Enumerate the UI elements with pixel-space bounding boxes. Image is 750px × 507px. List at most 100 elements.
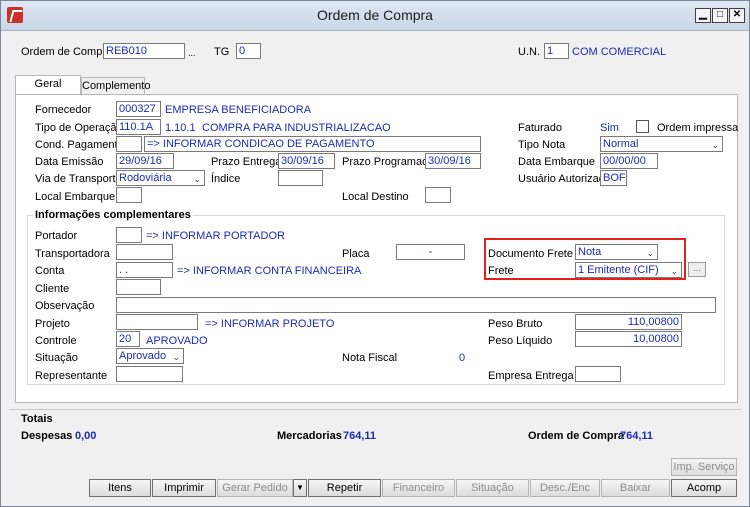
empresa-entrega-input[interactable] — [575, 366, 621, 382]
transportadora-input[interactable] — [116, 244, 173, 260]
repetir-button[interactable]: Repetir — [308, 479, 381, 497]
tg-input[interactable]: 0 — [236, 43, 261, 59]
frete-value: 1 Emitente (CIF) — [578, 264, 659, 276]
projeto-input[interactable] — [116, 314, 198, 330]
fornecedor-code-input[interactable]: 000327 — [116, 101, 161, 117]
peso-bruto-input[interactable]: 110,00800 — [575, 314, 682, 330]
portador-label: Portador — [35, 230, 78, 242]
caret-down-icon: ▼ — [296, 483, 304, 492]
tg-label: TG — [214, 46, 230, 58]
controle-status: APROVADO — [146, 335, 208, 347]
tab-complemento[interactable]: Complemento — [81, 77, 150, 95]
tab-geral[interactable]: Geral — [15, 75, 81, 95]
chevron-down-icon: ⌄ — [172, 352, 180, 362]
despesas-value: 0,00 — [75, 430, 97, 442]
ordem-lookup-button[interactable]: ... — [188, 48, 196, 58]
situacao-label: Situação — [35, 352, 78, 364]
usuario-autorizado-input[interactable]: BOF — [600, 170, 627, 186]
tipo-nota-value: Normal — [603, 138, 639, 150]
faturado-value: Sim — [600, 122, 619, 134]
ordem-total-label: Ordem de Compra — [528, 430, 624, 442]
totais-title: Totais — [21, 413, 53, 425]
controle-label: Controle — [35, 335, 77, 347]
via-transporte-label: Via de Transporte — [35, 173, 122, 185]
nota-fiscal-value: 0 — [459, 352, 466, 364]
data-embarque-input[interactable]: 00/00/00 — [600, 153, 658, 169]
un-label: U.N. — [518, 46, 540, 58]
projeto-label: Projeto — [35, 318, 70, 330]
un-input[interactable]: 1 — [544, 43, 569, 59]
chevron-down-icon: ⌄ — [670, 266, 678, 276]
chevron-down-icon: ⌄ — [646, 248, 654, 258]
projeto-desc: => INFORMAR PROJETO — [205, 318, 335, 330]
indice-input[interactable] — [278, 170, 323, 186]
via-transporte-select[interactable]: Rodoviária ⌄ — [116, 170, 205, 186]
ordem-input[interactable]: REB010 — [103, 43, 185, 59]
imprimir-button[interactable]: Imprimir — [152, 479, 216, 497]
chevron-down-icon: ⌄ — [193, 174, 201, 184]
financeiro-button[interactable]: Financeiro — [382, 479, 455, 497]
local-embarque-label: Local Embarque — [35, 191, 116, 203]
situacao-select[interactable]: Aprovado ⌄ — [116, 348, 184, 364]
situacao-button[interactable]: Situação — [456, 479, 529, 497]
representante-input[interactable] — [116, 366, 183, 382]
prazo-programado-input[interactable]: 30/09/16 — [425, 153, 481, 169]
ordem-impressa-label: Ordem impressa — [657, 122, 739, 134]
tipo-nota-label: Tipo Nota — [518, 139, 566, 151]
itens-button[interactable]: Itens — [89, 479, 151, 497]
documento-frete-value: Nota — [578, 246, 602, 258]
data-emissao-input[interactable]: 29/09/16 — [116, 153, 174, 169]
cond-pagamento-input[interactable] — [116, 136, 142, 152]
fornecedor-name: EMPRESA BENEFICIADORA — [165, 104, 312, 116]
documento-frete-select[interactable]: Nota ⌄ — [575, 244, 658, 260]
cliente-input[interactable] — [116, 279, 161, 295]
conta-input[interactable]: . . — [116, 262, 173, 278]
maximize-icon[interactable]: □ — [712, 8, 728, 23]
via-transporte-value: Rodoviária — [119, 172, 172, 184]
mercadorias-label: Mercadorias — [277, 430, 342, 442]
cond-pagamento-desc: => INFORMAR CONDICAO DE PAGAMENTO — [144, 136, 481, 152]
imp-servico-button[interactable]: Imp. Serviço — [671, 458, 737, 476]
nota-fiscal-label: Nota Fiscal — [342, 352, 398, 364]
tipo-nota-select[interactable]: Normal ⌄ — [600, 136, 723, 152]
ordem-impressa-checkbox[interactable] — [636, 120, 649, 133]
peso-liquido-input[interactable]: 10,00800 — [575, 331, 682, 347]
fornecedor-label: Fornecedor — [35, 104, 92, 116]
window-title: Ordem de Compra — [317, 7, 433, 23]
prazo-entrega-input[interactable]: 30/09/16 — [278, 153, 335, 169]
frete-lookup-button[interactable]: ... — [688, 262, 706, 277]
desc-enc-button[interactable]: Desc./Enc — [530, 479, 600, 497]
gerar-pedido-button[interactable]: Gerar Pedido — [217, 479, 293, 497]
prazo-entrega-label: Prazo Entrega — [211, 156, 282, 168]
tipo-operacao-input[interactable]: 110.1A — [116, 119, 161, 135]
close-icon[interactable]: ✕ — [729, 8, 745, 23]
frete-select[interactable]: 1 Emitente (CIF) ⌄ — [575, 262, 682, 278]
empresa-entrega-label: Empresa Entrega — [488, 370, 574, 382]
documento-frete-label: Documento Frete — [488, 248, 573, 260]
observacao-input[interactable] — [116, 297, 716, 313]
data-embarque-label: Data Embarque — [518, 156, 596, 168]
cliente-label: Cliente — [35, 283, 70, 295]
local-destino-input[interactable] — [425, 187, 451, 203]
indice-label: Índice — [211, 173, 241, 185]
data-emissao-label: Data Emissão — [35, 156, 104, 168]
conta-desc: => INFORMAR CONTA FINANCEIRA — [177, 265, 362, 277]
gerar-pedido-dropdown[interactable]: ▼ — [293, 479, 307, 497]
placa-input[interactable]: - — [396, 244, 465, 260]
peso-liquido-label: Peso Líquido — [488, 335, 553, 347]
frete-label: Frete — [488, 265, 514, 277]
portador-input[interactable] — [116, 227, 142, 243]
controle-input[interactable]: 20 — [116, 331, 140, 347]
usuario-autorizado-label: Usuário Autorizado — [518, 173, 611, 185]
minimize-icon[interactable]: ▁ — [695, 8, 711, 23]
tipo-operacao-num: 1.10.1 — [165, 122, 196, 134]
chevron-down-icon: ⌄ — [711, 140, 719, 150]
peso-bruto-label: Peso Bruto — [488, 318, 543, 330]
baixar-button[interactable]: Baixar — [601, 479, 670, 497]
placa-label: Placa — [342, 248, 370, 260]
ordem-label: Ordem de Compra — [21, 46, 113, 58]
observacao-label: Observação — [35, 300, 95, 312]
acomp-button[interactable]: Acomp — [671, 479, 737, 497]
transportadora-label: Transportadora — [35, 248, 110, 260]
local-embarque-input[interactable] — [116, 187, 142, 203]
